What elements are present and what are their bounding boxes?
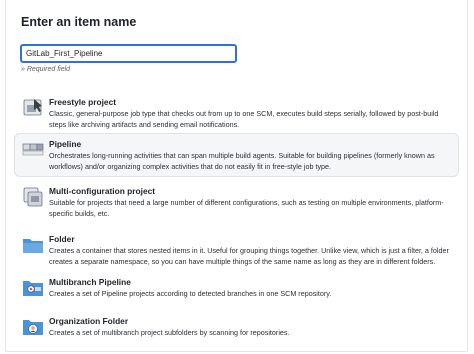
item-type-freestyle-project[interactable]: Freestyle project Classic, general-purpo… [14,91,459,133]
item-title: Organization Folder [49,316,129,326]
item-type-folder[interactable]: Folder Creates a container that stores n… [14,228,459,272]
item-description: Classic, general-purpose job type that c… [49,109,439,129]
multi-configuration-icon [21,185,45,209]
item-type-organization-folder[interactable]: Organization Folder Creates a set of mul… [14,310,459,344]
item-title: Multibranch Pipeline [49,277,131,287]
item-type-pipeline[interactable]: Pipeline Orchestrates long-running activ… [14,133,459,177]
page-title: Enter an item name [21,15,137,29]
freestyle-icon [21,96,45,120]
required-field-note: » Required field [21,66,71,73]
item-type-multi-configuration-project[interactable]: Multi-configuration project Suitable for… [14,180,459,226]
pipeline-icon [21,138,45,162]
item-type-multibranch-pipeline[interactable]: Multibranch Pipeline Creates a set of Pi… [14,271,459,305]
item-description: Creates a container that stores nested i… [49,246,449,266]
item-description: Creates a set of Pipeline projects accor… [49,289,332,298]
organization-folder-icon [21,315,45,339]
folder-icon [21,233,45,257]
item-title: Multi-configuration project [49,186,156,196]
item-title: Freestyle project [49,97,117,107]
item-description: Creates a set of multibranch project sub… [49,328,290,337]
item-title: Pipeline [49,139,82,149]
item-name-input[interactable] [20,44,237,63]
item-description: Orchestrates long-running activities tha… [49,151,435,171]
item-title: Folder [49,234,75,244]
item-description: Suitable for projects that need a large … [49,198,444,218]
multibranch-pipeline-icon [21,276,45,300]
